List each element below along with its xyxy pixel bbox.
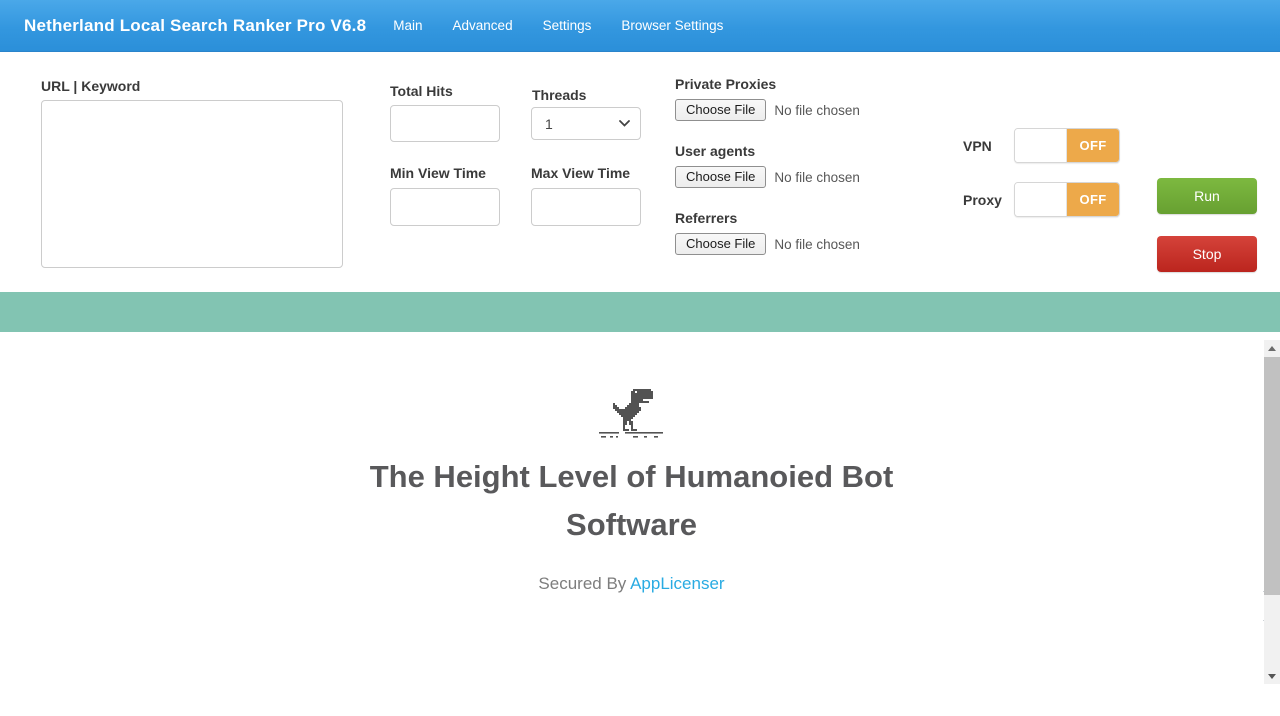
run-button[interactable]: Run	[1157, 178, 1257, 214]
vpn-toggle[interactable]: OFF	[1014, 128, 1120, 163]
nav-item-browser-settings[interactable]: Browser Settings	[606, 12, 738, 39]
url-keyword-label: URL | Keyword	[41, 78, 141, 94]
private-proxies-label: Private Proxies	[675, 76, 777, 92]
browser-viewport: The Height Level of Humanoied Bot Softwa…	[0, 332, 1263, 716]
threads-select[interactable]: 1	[531, 107, 641, 140]
referrers-choose-file-button[interactable]: Choose File	[675, 233, 767, 255]
scroll-down-icon	[1268, 673, 1276, 679]
proxy-label: Proxy	[963, 192, 1002, 208]
browser-toolbar	[0, 292, 1280, 621]
stop-button[interactable]: Stop	[1157, 236, 1257, 272]
max-view-time-label: Max View Time	[531, 165, 631, 181]
applicenser-link[interactable]: AppLicenser	[630, 574, 725, 593]
private-proxies-file-status: No file chosen	[774, 102, 860, 118]
vertical-scrollbar[interactable]	[1264, 340, 1280, 684]
proxy-toggle-knob	[1015, 183, 1068, 216]
user-agents-choose-file-button[interactable]: Choose File	[675, 166, 767, 188]
dino-icon	[598, 389, 663, 438]
proxy-toggle-state: OFF	[1067, 183, 1119, 216]
scroll-down-button[interactable]	[1264, 668, 1280, 684]
referrers-label: Referrers	[675, 210, 738, 226]
user-agents-file-status: No file chosen	[774, 169, 860, 185]
control-panel: URL | Keyword Total Hits Threads 1 Min V…	[0, 52, 1280, 319]
scroll-up-button[interactable]	[1264, 340, 1280, 356]
secured-by-line: Secured By AppLicenser	[0, 574, 1263, 594]
referrers-file-row: Choose File No file chosen	[675, 233, 860, 255]
main-nav: Main Advanced Settings Browser Settings	[378, 12, 738, 39]
url-keyword-textarea[interactable]	[41, 100, 343, 268]
vpn-toggle-state: OFF	[1067, 129, 1119, 162]
max-view-time-input[interactable]	[531, 188, 641, 226]
nav-item-advanced[interactable]: Advanced	[438, 12, 528, 39]
secured-by-text: Secured By	[538, 574, 631, 593]
vpn-label: VPN	[963, 138, 992, 154]
scroll-up-icon	[1268, 345, 1276, 351]
app-window: Netherland Local Search Ranker Pro V6.8 …	[0, 0, 1280, 716]
proxy-toggle[interactable]: OFF	[1014, 182, 1120, 217]
top-navbar: Netherland Local Search Ranker Pro V6.8 …	[0, 0, 1280, 52]
nav-item-settings[interactable]: Settings	[528, 12, 607, 39]
user-agents-file-row: Choose File No file chosen	[675, 166, 860, 188]
scrollbar-thumb[interactable]	[1264, 357, 1280, 595]
threads-label: Threads	[532, 87, 587, 103]
user-agents-label: User agents	[675, 143, 756, 159]
app-title: Netherland Local Search Ranker Pro V6.8	[24, 15, 367, 35]
chevron-down-icon	[619, 120, 630, 127]
total-hits-input[interactable]	[390, 105, 500, 142]
min-view-time-input[interactable]	[390, 188, 500, 226]
page-heading: The Height Level of Humanoied Bot Softwa…	[369, 459, 894, 542]
private-proxies-file-row: Choose File No file chosen	[675, 99, 860, 121]
threads-selected-value: 1	[545, 115, 553, 132]
vpn-toggle-knob	[1015, 129, 1068, 162]
min-view-time-label: Min View Time	[390, 165, 486, 181]
nav-item-main[interactable]: Main	[378, 12, 437, 39]
total-hits-label: Total Hits	[390, 83, 453, 99]
private-proxies-choose-file-button[interactable]: Choose File	[675, 99, 767, 121]
referrers-file-status: No file chosen	[774, 236, 860, 252]
